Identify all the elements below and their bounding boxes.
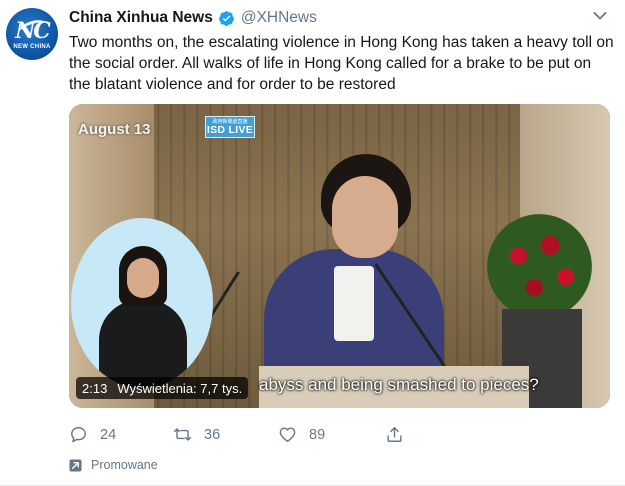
promoted-arrow-icon xyxy=(69,458,82,472)
tweet-card[interactable]: NC NEW CHINA China Xinhua News @XHNews T… xyxy=(0,0,625,486)
video-info-badge: 2:13 Wyświetlenia: 7,7 tys. xyxy=(76,377,249,399)
like-count: 89 xyxy=(309,426,326,443)
retweet-count: 36 xyxy=(204,426,221,443)
retweet-button[interactable]: 36 xyxy=(173,425,220,444)
video-frame-speaker-face xyxy=(332,176,398,258)
heart-icon xyxy=(279,427,296,442)
chevron-down-icon[interactable] xyxy=(593,11,607,21)
signer-face xyxy=(127,258,159,298)
display-name[interactable]: China Xinhua News xyxy=(69,9,213,27)
retweet-icon xyxy=(173,428,192,441)
reply-count: 24 xyxy=(100,426,117,443)
like-button[interactable]: 89 xyxy=(278,425,325,444)
tweet-text: Two months on, the escalating violence i… xyxy=(69,34,614,93)
video-duration: 2:13 xyxy=(82,380,108,396)
reply-button[interactable]: 24 xyxy=(69,425,116,444)
video-date-overlay: August 13 xyxy=(78,121,151,138)
verified-badge-icon xyxy=(218,10,234,26)
video-player[interactable]: August 13 政府新聞處直播 ISD LIVE abyss and bei… xyxy=(69,104,610,408)
avatar-logo-glyph: NC xyxy=(15,18,51,44)
share-button[interactable] xyxy=(385,425,416,444)
isd-live-logo: 政府新聞處直播 ISD LIVE xyxy=(205,116,255,138)
video-frame-speaker-shirt xyxy=(334,266,374,341)
signer-body xyxy=(99,300,187,388)
video-subtitle: abyss and being smashed to pieces? xyxy=(259,375,539,394)
user-handle[interactable]: @XHNews xyxy=(241,9,317,27)
tweet-header: China Xinhua News @XHNews xyxy=(69,8,317,28)
video-view-count: Wyświetlenia: 7,7 tys. xyxy=(117,380,243,396)
sign-language-interpreter-inset xyxy=(71,218,213,388)
avatar-logo-caption: NEW CHINA xyxy=(13,44,51,50)
avatar[interactable]: NC NEW CHINA xyxy=(6,8,58,60)
video-frame-flowers xyxy=(487,214,592,319)
isd-live-logo-text: ISD LIVE xyxy=(206,124,254,136)
promoted-indicator: Promowane xyxy=(69,458,158,472)
tweet-actions: 24 36 89 xyxy=(69,425,409,447)
share-icon xyxy=(387,427,402,442)
reply-icon xyxy=(71,427,86,443)
promoted-label: Promowane xyxy=(91,458,158,472)
